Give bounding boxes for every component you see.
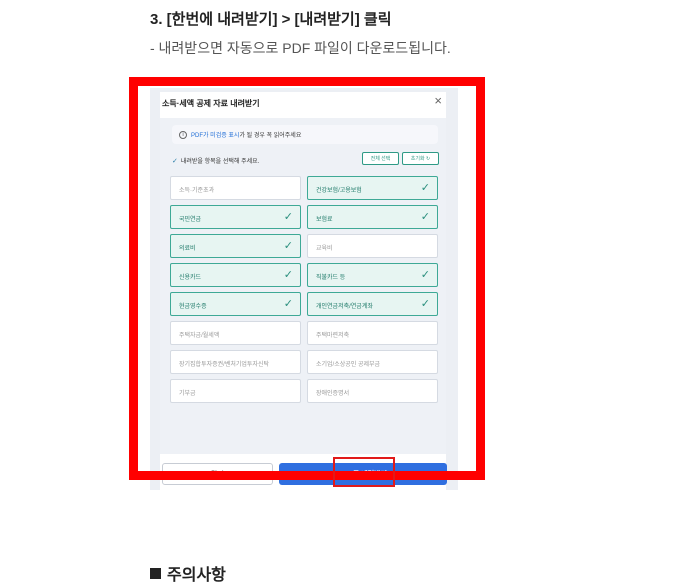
item-card[interactable]: 장기집합투자증권/벤처기업투자신탁: [170, 350, 301, 374]
item-label: 현금영수증: [179, 304, 207, 310]
item-label: 장애인증명서: [316, 391, 350, 397]
check-icon: ✓: [283, 240, 293, 252]
item-card[interactable]: 직불카드 등 ✓: [307, 263, 438, 287]
item-card[interactable]: 보험료 ✓: [307, 205, 438, 229]
section-heading: 주의사항: [150, 561, 226, 584]
item-card[interactable]: 기부금: [170, 379, 301, 403]
item-card[interactable]: 장애인증명서: [307, 379, 438, 403]
item-card[interactable]: 국민연금 ✓: [170, 205, 301, 229]
check-icon: ✓: [283, 298, 293, 310]
item-label: 국민연금: [179, 217, 202, 223]
item-label: 개인연금저축/연금계좌: [316, 304, 373, 310]
item-label: 신용카드: [179, 275, 202, 281]
item-card[interactable]: 의료비 ✓: [170, 234, 301, 258]
reset-button[interactable]: 초기화 ↻: [402, 152, 439, 165]
check-icon: ✓: [420, 269, 430, 281]
item-label: 건강보험/고용보험: [316, 188, 362, 194]
selection-guide: ✓ 내려받을 항목을 선택해 주세요.: [172, 156, 260, 166]
dialog-screenshot: 소득·세액 공제 자료 내려받기 × i PDF가 미검증 표시 가 될 경우 …: [150, 88, 458, 490]
close-button[interactable]: 닫기: [162, 463, 273, 485]
item-card[interactable]: 소기업/소상공인 공제부금: [307, 350, 438, 374]
item-label: 주택마련저축: [316, 333, 350, 339]
item-label: 주택자금/월세액: [179, 333, 220, 339]
check-icon: ✓: [420, 211, 430, 223]
item-label: 보험료: [316, 217, 333, 223]
notice-emphasis: PDF가 미검증 표시: [191, 133, 240, 139]
pdf-notice[interactable]: i PDF가 미검증 표시 가 될 경우 꼭 읽어주세요: [172, 125, 438, 144]
item-label: 기부금: [179, 391, 196, 397]
notice-text: 가 될 경우 꼭 읽어주세요: [239, 133, 302, 139]
item-card[interactable]: 소득·기준초과: [170, 176, 301, 200]
square-bullet-icon: [150, 567, 161, 579]
guide-text: 내려받을 항목을 선택해 주세요.: [180, 159, 260, 165]
item-card[interactable]: 주택자금/월세액: [170, 321, 301, 345]
check-icon: ✓: [172, 157, 178, 165]
item-card[interactable]: 현금영수증 ✓: [170, 292, 301, 316]
item-label: 직불카드 등: [316, 275, 346, 281]
dialog-title: 소득·세액 공제 자료 내려받기: [162, 99, 260, 108]
item-label: 소기업/소상공인 공제부금: [316, 362, 381, 368]
item-label: 교육비: [316, 246, 333, 252]
step-heading: 3. [한번에 내려받기] > [내려받기] 클릭: [150, 11, 392, 28]
dialog-footer: 닫기 PDF로 내려받기: [160, 456, 447, 490]
check-icon: ✓: [283, 211, 293, 223]
select-all-button[interactable]: 전체 선택: [362, 152, 399, 165]
download-dialog: 소득·세액 공제 자료 내려받기 × i PDF가 미검증 표시 가 될 경우 …: [160, 92, 447, 490]
item-card[interactable]: 교육비: [307, 234, 438, 258]
check-icon: ✓: [283, 269, 293, 281]
check-icon: ✓: [420, 298, 430, 310]
close-icon[interactable]: ×: [434, 94, 442, 108]
item-label: 소득·기준초과: [179, 188, 215, 194]
item-card[interactable]: 개인연금저축/연금계좌 ✓: [307, 292, 438, 316]
item-card[interactable]: 신용카드 ✓: [170, 263, 301, 287]
item-label: 의료비: [179, 246, 196, 252]
pdf-download-button[interactable]: PDF로 내려받기: [279, 463, 447, 485]
item-card[interactable]: 건강보험/고용보험 ✓: [307, 176, 438, 200]
item-label: 장기집합투자증권/벤처기업투자신탁: [179, 362, 269, 368]
step-description: - 내려받으면 자동으로 PDF 파일이 다운로드됩니다.: [150, 40, 451, 56]
section-title: 주의사항: [167, 567, 226, 584]
check-icon: ✓: [420, 182, 430, 194]
item-card[interactable]: 주택마련저축: [307, 321, 438, 345]
info-icon: i: [179, 130, 187, 139]
dialog-body: i PDF가 미검증 표시 가 될 경우 꼭 읽어주세요 ✓ 내려받을 항목을 …: [160, 118, 446, 454]
